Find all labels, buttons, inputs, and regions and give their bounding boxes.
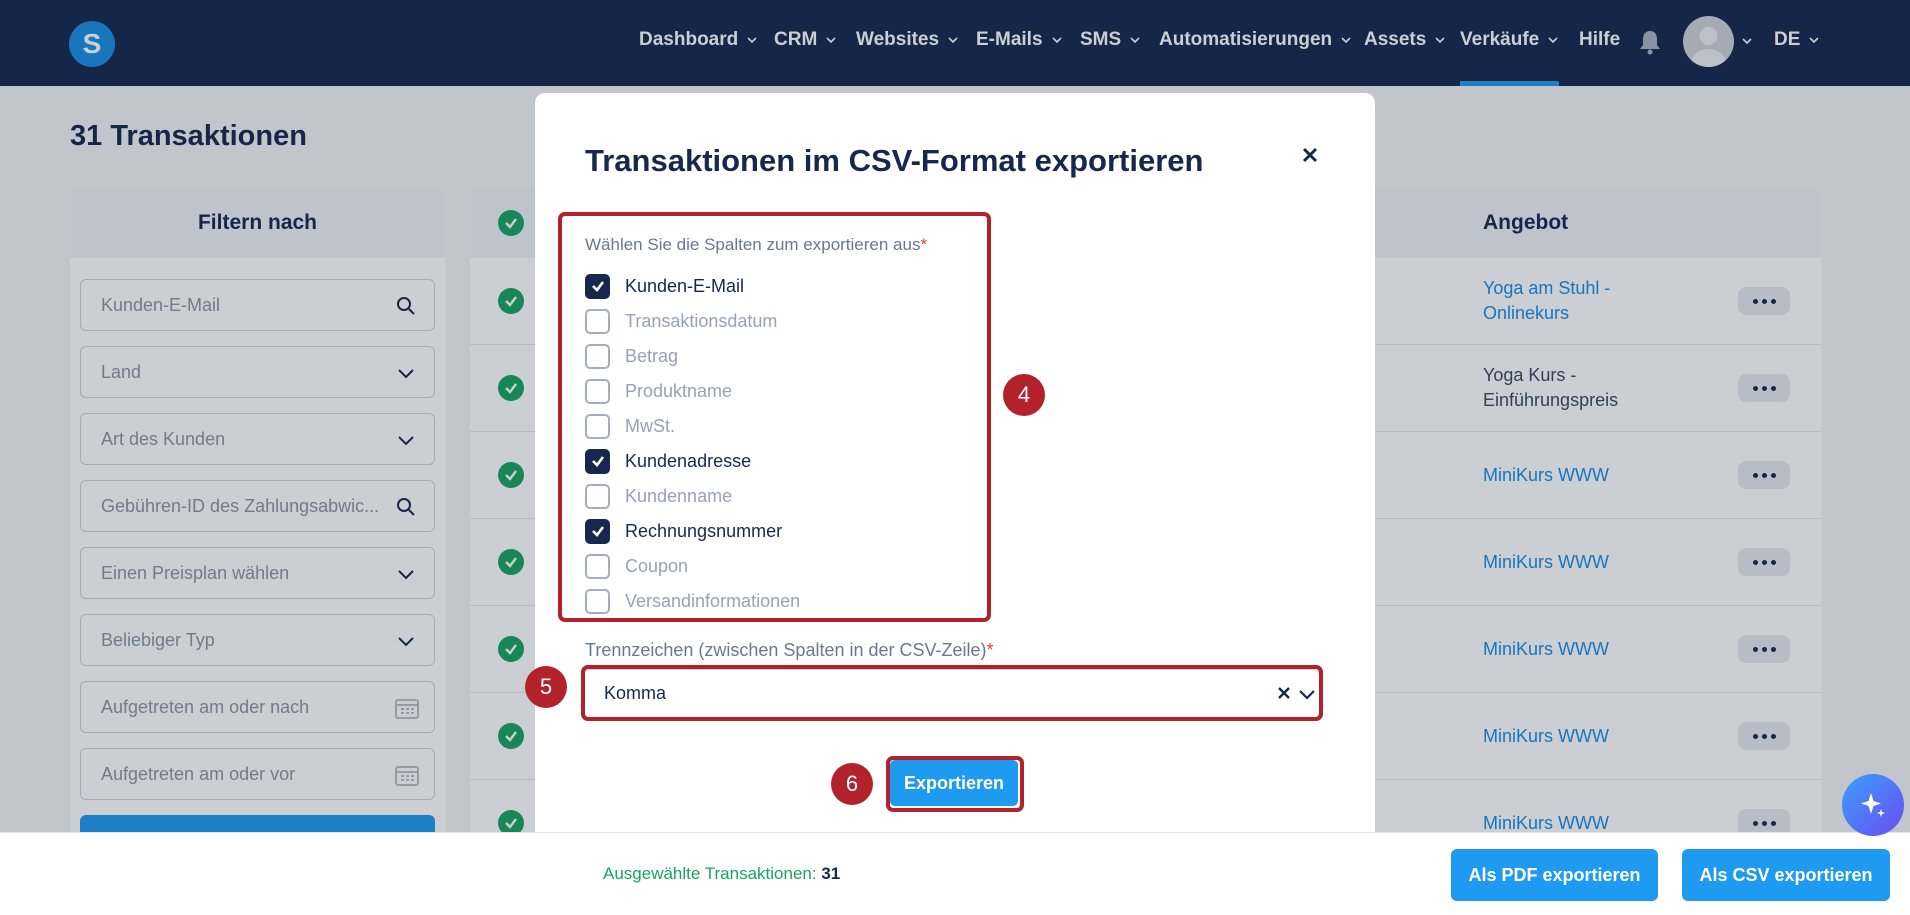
highlight-columns bbox=[558, 212, 991, 622]
separator-label-text: Trennzeichen (zwischen Spalten in der CS… bbox=[585, 640, 987, 660]
sparkle-icon bbox=[1861, 793, 1885, 817]
bottom-action-bar: Ausgewählte Transaktionen: 31 Als PDF ex… bbox=[0, 832, 1910, 915]
ai-assistant-button[interactable] bbox=[1842, 774, 1904, 836]
export-csv-button[interactable]: Als CSV exportieren bbox=[1682, 849, 1890, 901]
export-pdf-button[interactable]: Als PDF exportieren bbox=[1451, 849, 1658, 901]
selected-transactions: Ausgewählte Transaktionen: 31 bbox=[603, 864, 840, 884]
highlight-separator bbox=[581, 665, 1323, 721]
step-badge-5: 5 bbox=[525, 666, 567, 708]
step-badge-4: 4 bbox=[1003, 374, 1045, 416]
close-icon[interactable] bbox=[1298, 143, 1322, 167]
required-mark: * bbox=[986, 640, 994, 660]
selected-count: 31 bbox=[821, 864, 841, 883]
selected-label: Ausgewählte Transaktionen: bbox=[603, 864, 817, 883]
step-badge-6: 6 bbox=[831, 763, 873, 805]
modal-title: Transaktionen im CSV-Format exportieren bbox=[585, 143, 1204, 178]
separator-label: Trennzeichen (zwischen Spalten in der CS… bbox=[585, 640, 994, 661]
highlight-export-button bbox=[886, 756, 1024, 812]
